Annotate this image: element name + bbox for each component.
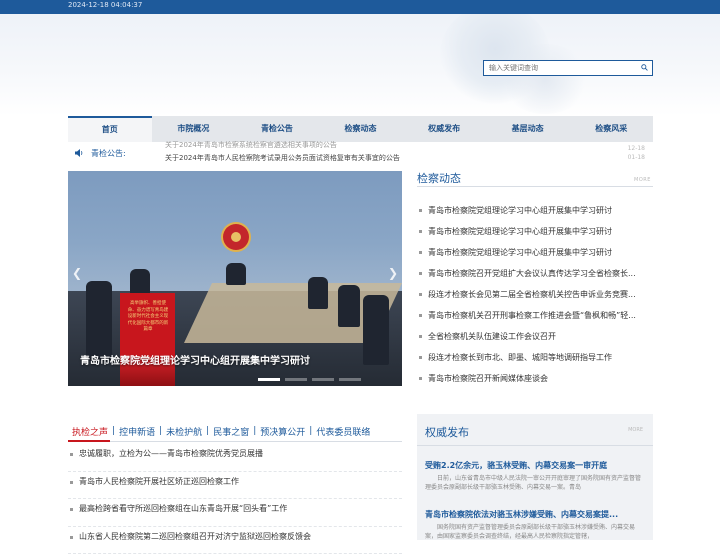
list-item[interactable]: 青岛市检察院召开党组扩大会议认真传达学习全省检察长... [418, 263, 652, 284]
active-tab-underline [68, 440, 110, 442]
slider-dot[interactable] [339, 378, 361, 381]
list-item[interactable]: 青岛市检察院党组理论学习中心组开展集中学习研讨 [418, 200, 652, 221]
nav-item-style[interactable]: 检察风采 [569, 116, 653, 142]
list-item[interactable]: 青岛市检察院党组理论学习中心组开展集中学习研讨 [418, 242, 652, 263]
list-item[interactable]: 忠诚履职，立检为公——青岛市检察院优秀党员展播 [68, 444, 402, 472]
tab-budget[interactable]: 预决算公开 [256, 425, 309, 438]
notice-date: 01-18 [628, 154, 645, 161]
list-item[interactable]: 青岛市检察院党组理论学习中心组开展集中学习研讨 [418, 221, 652, 242]
slider-dot[interactable] [312, 378, 334, 381]
nav-item-grassroots[interactable]: 基层动态 [486, 116, 570, 142]
tab-deputies[interactable]: 代表委员联络 [312, 425, 374, 438]
divider [417, 186, 653, 187]
list-item[interactable]: 青岛市检察机关召开刑事检察工作推进会暨“鲁枫和畅”轻... [418, 305, 652, 326]
top-bar: 2024-12-18 04:04:37 [0, 0, 720, 14]
slide-person [86, 281, 112, 361]
divider [68, 441, 402, 442]
search-box [483, 60, 653, 76]
list-item[interactable]: 青岛市检察院召开新闻媒体座谈会 [418, 368, 652, 389]
news-list: 青岛市检察院党组理论学习中心组开展集中学习研讨 青岛市检察院党组理论学习中心组开… [418, 200, 652, 389]
authority-summary: 日前，山东省青岛市中级人民法院一审公开开庭审理了国务院国有资产监督管理委员会原副… [425, 474, 645, 492]
national-emblem [223, 224, 249, 250]
party-poster: 高举旗帜、善担使命、奋力谱写青岛建设新时代社会主义现代化国际大都市的新篇章 [120, 293, 175, 386]
list-item[interactable]: 青岛市人民检察院开展社区矫正巡回检察工作 [68, 472, 402, 500]
notice-item[interactable]: 关于2024年青岛市人民检察院考试录用公务员面试资格复审有关事宜的公告 [165, 153, 400, 163]
authority-more-link[interactable]: MORE [628, 427, 643, 433]
search-input[interactable] [484, 61, 639, 75]
speaker-icon [74, 148, 84, 158]
nav-item-news[interactable]: 检察动态 [319, 116, 403, 142]
column-tabs: 执检之声 | 控申新语 | 未检护航 | 民事之窗 | 预决算公开 | 代表委员… [68, 420, 402, 442]
slider-dots [258, 378, 361, 381]
notice-label: 青检公告: [91, 148, 126, 159]
authority-headline[interactable]: 青岛市检察院依法对骆玉林涉嫌受贿、内幕交易案提... [425, 509, 618, 520]
tab-juvenile[interactable]: 未检护航 [162, 425, 206, 438]
banner-lion-watermark [500, 44, 590, 114]
tab-content-list: 忠诚履职，立检为公——青岛市检察院优秀党员展播 青岛市人民检察院开展社区矫正巡回… [68, 444, 402, 554]
nav-item-announcements[interactable]: 青检公告 [235, 116, 319, 142]
slide-caption[interactable]: 青岛市检察院党组理论学习中心组开展集中学习研讨 [80, 352, 310, 367]
authority-title[interactable]: 权威发布 [425, 424, 469, 440]
news-more-link[interactable]: MORE [634, 177, 651, 183]
list-item[interactable]: 段连才检察长到市北、即墨、城阳等地调研指导工作 [418, 347, 652, 368]
notice-bar: 青检公告: 关于2024年青岛市检察系统检察官遴选相关事项的公告 关于2024年… [68, 143, 653, 165]
slide-person [363, 295, 389, 365]
nav-item-overview[interactable]: 市院概况 [152, 116, 236, 142]
list-item[interactable]: 段连才检察长会见第二届全省检察机关控告申诉业务竞赛... [418, 284, 652, 305]
slider-dot[interactable] [258, 378, 280, 381]
notice-date: 12-18 [628, 145, 645, 152]
slide-person [338, 285, 360, 327]
chevron-right-icon[interactable]: ❯ [388, 266, 398, 280]
divider [417, 445, 653, 446]
search-icon[interactable] [641, 64, 648, 71]
poster-text: 高举旗帜、善担使命、奋力谱写青岛建设新时代社会主义现代化国际大都市的新篇章 [126, 301, 170, 334]
tab-complaints[interactable]: 控申新语 [115, 425, 159, 438]
tab-civil[interactable]: 民事之窗 [209, 425, 253, 438]
list-item[interactable]: 山东省人民检察院第二巡回检察组召开对济宁监狱巡回检察反馈会 [68, 527, 402, 554]
header-datetime: 2024-12-18 04:04:37 [68, 1, 142, 9]
list-item[interactable]: 全省检察机关队伍建设工作会议召开 [418, 326, 652, 347]
main-nav: 首页 市院概况 青检公告 检察动态 权威发布 基层动态 检察风采 [68, 116, 653, 142]
authority-summary: 国务院国有资产监督管理委员会原副部长级干部骆玉林涉嫌受贿、内幕交易案，由国家监察… [425, 523, 645, 540]
authority-headline[interactable]: 受贿2.2亿余元，骆玉林受贿、内幕交易案一审开庭 [425, 460, 607, 471]
tab-voice[interactable]: 执检之声 [68, 425, 112, 438]
notice-item[interactable]: 关于2024年青岛市检察系统检察官遴选相关事项的公告 [165, 140, 337, 150]
news-slider[interactable]: 高举旗帜、善担使命、奋力谱写青岛建设新时代社会主义现代化国际大都市的新篇章 青岛… [68, 171, 402, 386]
nav-item-home[interactable]: 首页 [68, 116, 152, 142]
list-item[interactable]: 最高检跨省看守所巡回检察组在山东青岛开展“回头看”工作 [68, 499, 402, 527]
slide-person [308, 277, 328, 309]
authority-panel: 权威发布 MORE 受贿2.2亿余元，骆玉林受贿、内幕交易案一审开庭 日前，山东… [417, 414, 653, 540]
news-section-title[interactable]: 检察动态 [417, 170, 461, 186]
nav-item-releases[interactable]: 权威发布 [402, 116, 486, 142]
slider-dot[interactable] [285, 378, 307, 381]
chevron-left-icon[interactable]: ❮ [72, 266, 82, 280]
slide-person [226, 263, 246, 285]
